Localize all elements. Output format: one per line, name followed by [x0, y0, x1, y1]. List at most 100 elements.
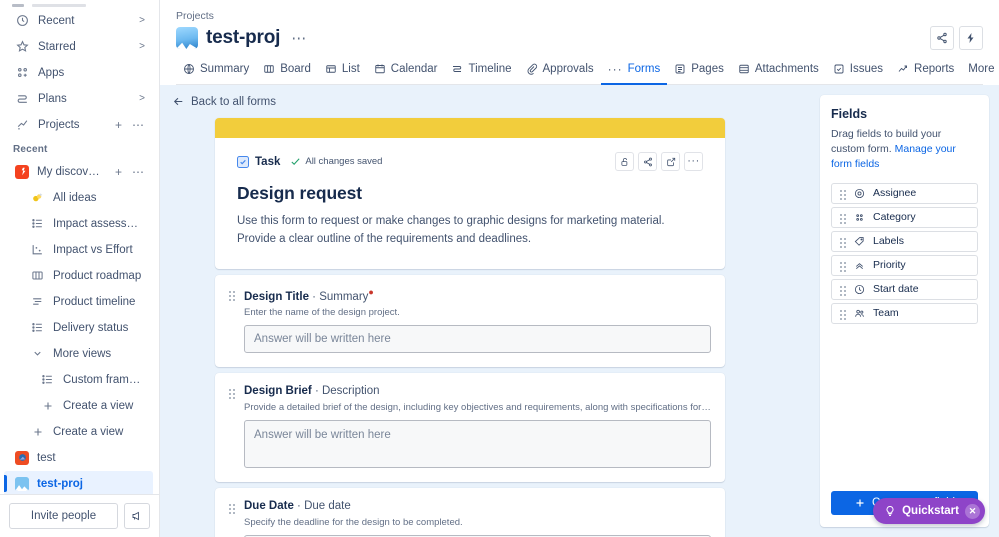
sidebar-item-product-roadmap[interactable]: Product roadmap — [4, 263, 153, 288]
tab-label: Approvals — [543, 63, 594, 75]
back-to-all-forms-link[interactable]: Back to all forms — [160, 95, 820, 118]
sidebar-item-custom-framework[interactable]: Custom framework — [4, 367, 153, 392]
lock-button[interactable] — [615, 152, 634, 171]
tab-forms[interactable]: ··· Forms — [601, 57, 668, 85]
sidebar-scroll[interactable]: Recent > Starred > Apps — [0, 0, 159, 494]
overflow-dots-icon: ··· — [687, 159, 700, 164]
answer-input-design-title[interactable]: Answer will be written here — [244, 325, 711, 353]
field-item-start-date[interactable]: Start date — [831, 279, 978, 300]
tab-list[interactable]: List — [318, 58, 367, 84]
unlock-icon — [620, 157, 630, 167]
automation-button[interactable] — [959, 26, 983, 50]
timeline-icon — [30, 294, 45, 309]
tab-reports[interactable]: Reports — [890, 58, 961, 84]
tab-calendar[interactable]: Calendar — [367, 58, 445, 84]
check-icon — [290, 156, 301, 167]
sidebar-item-product-timeline[interactable]: Product timeline — [4, 289, 153, 314]
drag-handle-icon[interactable] — [840, 234, 846, 248]
field-item-labels[interactable]: Labels — [831, 231, 978, 252]
sidebar-item-label: Create a view — [63, 400, 145, 412]
share-form-button[interactable] — [638, 152, 657, 171]
calendar-icon — [374, 63, 386, 75]
sidebar-item-label: Impact assessment — [53, 218, 145, 230]
tab-board[interactable]: Board — [256, 58, 318, 84]
tab-pages[interactable]: Pages — [667, 58, 731, 84]
form-more-button[interactable]: ··· — [684, 152, 703, 171]
sidebar-item-my-discovery[interactable]: My discovery ... + ⋯ — [4, 159, 153, 184]
sidebar-item-delivery-status[interactable]: Delivery status — [4, 315, 153, 340]
save-status: All changes saved — [290, 156, 382, 167]
header-actions — [930, 26, 983, 50]
drag-handle-icon[interactable] — [229, 287, 235, 354]
drag-handle-icon[interactable] — [840, 210, 846, 224]
question-help: Provide a detailed brief of the design, … — [244, 402, 711, 413]
form-question-due-date[interactable]: Due Date · Due date Specify the deadline… — [215, 488, 725, 537]
share-button[interactable] — [930, 26, 954, 50]
field-item-team[interactable]: Team — [831, 303, 978, 324]
sidebar-item-impact-assessment[interactable]: Impact assessment — [4, 211, 153, 236]
tab-timeline[interactable]: Timeline — [444, 58, 518, 84]
sidebar-item-projects[interactable]: Projects + ⋯ — [4, 112, 153, 137]
sidebar-item-more-views[interactable]: More views — [4, 341, 153, 366]
form-question-design-brief[interactable]: Design Brief · Description Provide a det… — [215, 373, 725, 482]
invite-people-button[interactable]: Invite people — [9, 503, 118, 529]
sidebar-item-label: Apps — [38, 67, 145, 79]
tab-approvals[interactable]: Approvals — [519, 58, 601, 84]
quickstart-close-button[interactable]: ✕ — [965, 504, 980, 519]
open-in-new-button[interactable] — [661, 152, 680, 171]
drag-handle-icon[interactable] — [840, 282, 846, 296]
form-canvas: Back to all forms Task — [160, 85, 820, 537]
back-link-label: Back to all forms — [191, 96, 276, 108]
drag-handle-icon[interactable] — [229, 385, 235, 468]
sidebar-item-impact-vs-effort[interactable]: Impact vs Effort — [4, 237, 153, 262]
drag-handle-icon[interactable] — [840, 306, 846, 320]
sidebar-item-project-test[interactable]: test — [4, 445, 153, 470]
drag-handle-icon[interactable] — [840, 186, 846, 200]
tab-summary[interactable]: Summary — [176, 58, 256, 84]
sidebar-item-label: Create a view — [53, 426, 145, 438]
question-label: Design Title · Summary● — [244, 287, 711, 303]
page-more-button[interactable]: ⋯ — [288, 29, 309, 47]
sidebar-item-all-ideas[interactable]: All ideas — [4, 185, 153, 210]
tab-more[interactable]: More 2 — [961, 58, 999, 85]
sidebar-item-recent[interactable]: Recent > — [4, 8, 153, 33]
sidebar-item-apps[interactable]: Apps — [4, 60, 153, 85]
tab-issues[interactable]: Issues — [826, 58, 890, 84]
tab-label: Calendar — [391, 63, 438, 75]
plus-icon — [854, 497, 866, 509]
feedback-button[interactable] — [124, 503, 150, 529]
globe-icon — [183, 63, 195, 75]
projects-more-button[interactable]: ⋯ — [131, 118, 145, 132]
form-head-top: Task All changes saved — [237, 152, 703, 171]
drag-handle-icon[interactable] — [229, 500, 235, 537]
tab-attachments[interactable]: Attachments — [731, 58, 826, 84]
add-project-button[interactable]: + — [114, 118, 123, 132]
sidebar-item-plans[interactable]: Plans > — [4, 86, 153, 111]
sidebar-item-label: Delivery status — [53, 322, 145, 334]
form-banner[interactable] — [215, 118, 725, 138]
team-icon — [854, 308, 865, 319]
overflow-dots-icon: ··· — [608, 62, 623, 76]
form-question-design-title[interactable]: Design Title · Summary● Enter the name o… — [215, 275, 725, 368]
category-icon — [854, 212, 865, 223]
field-item-priority[interactable]: Priority — [831, 255, 978, 276]
sidebar-item-project-test-proj[interactable]: test-proj — [4, 471, 153, 494]
sidebar-item-create-view-inner[interactable]: Create a view — [4, 393, 153, 418]
field-item-assignee[interactable]: Assignee — [831, 183, 978, 204]
form-type-chip[interactable]: Task — [237, 156, 280, 168]
ideas-icon — [30, 190, 45, 205]
reports-icon — [897, 63, 909, 75]
answer-input-design-brief[interactable]: Answer will be written here — [244, 420, 711, 468]
discovery-more-button[interactable]: ⋯ — [131, 165, 145, 179]
quickstart-button[interactable]: Quickstart ✕ — [873, 498, 985, 524]
add-discovery-button[interactable]: + — [114, 165, 123, 179]
breadcrumb[interactable]: Projects — [176, 10, 983, 22]
question-body: Due Date · Due date Specify the deadline… — [244, 500, 711, 537]
sidebar-item-create-view-outer[interactable]: Create a view — [4, 419, 153, 444]
field-item-category[interactable]: Category — [831, 207, 978, 228]
sidebar-item-starred[interactable]: Starred > — [4, 34, 153, 59]
drag-handle-icon[interactable] — [840, 258, 846, 272]
question-label: Design Brief · Description — [244, 385, 711, 397]
sidebar-item-label: All ideas — [53, 192, 145, 204]
fields-panel-inner: Fields Drag fields to build your custom … — [820, 95, 989, 527]
